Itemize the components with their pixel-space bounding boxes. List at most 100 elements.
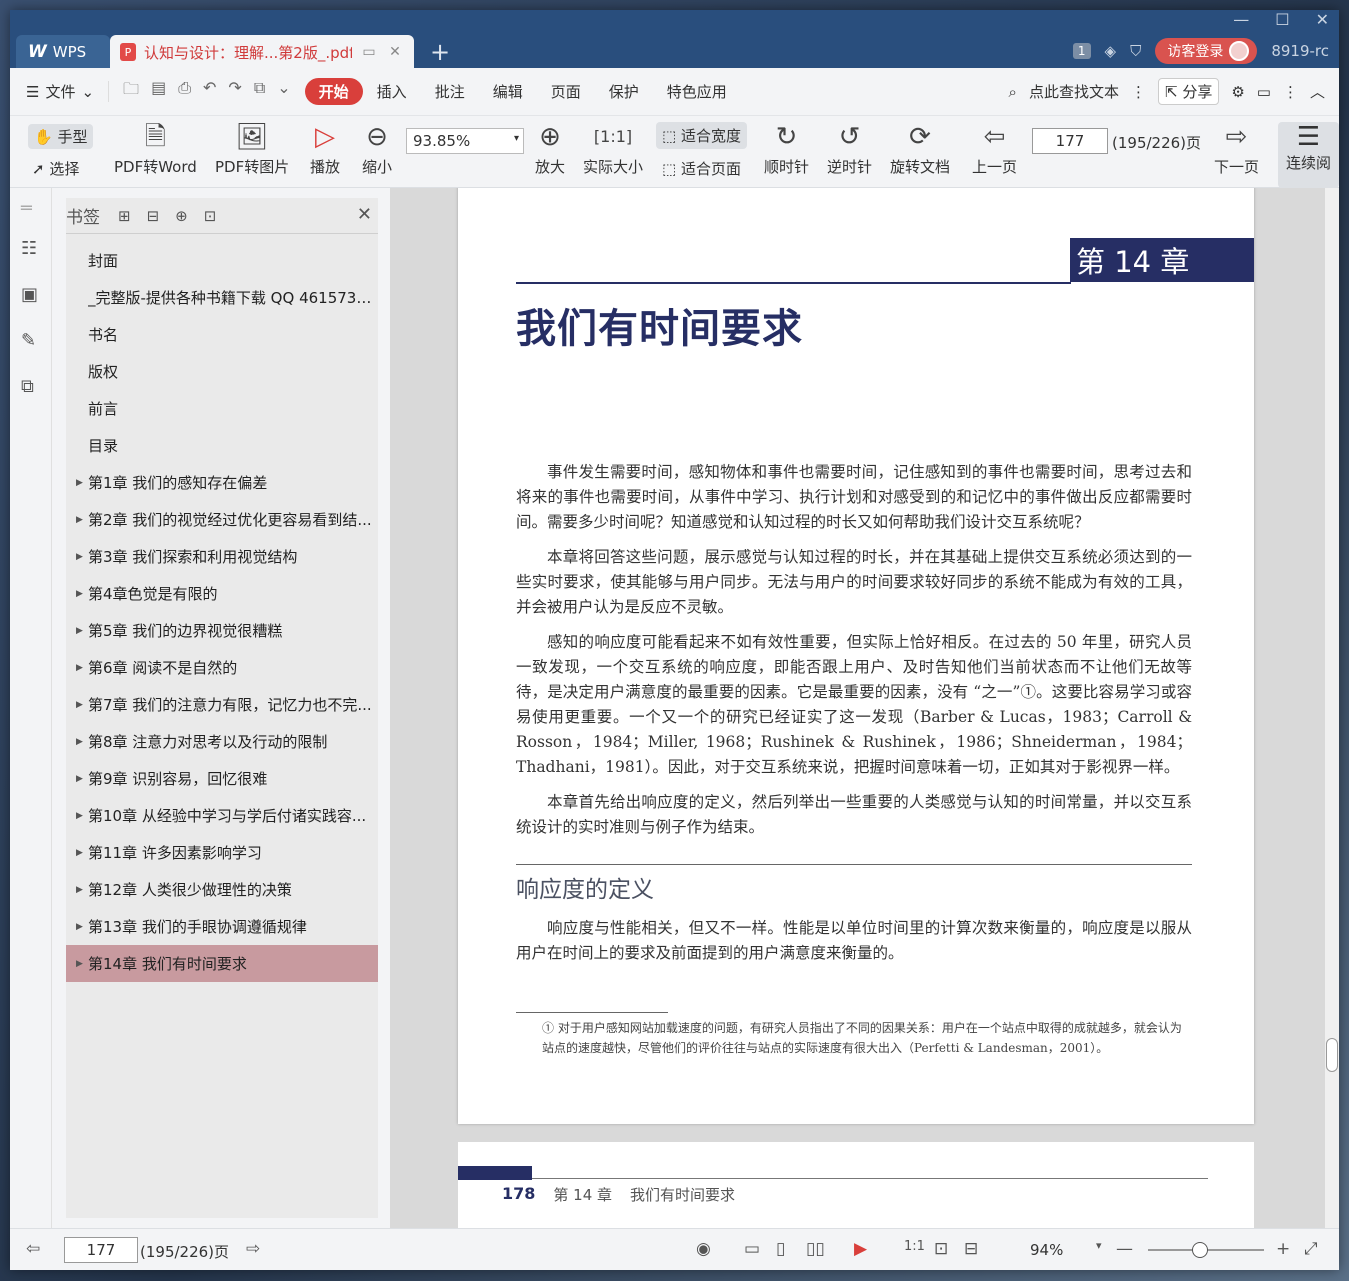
- undo-icon[interactable]: ↶: [203, 78, 216, 105]
- double-page-icon[interactable]: ▯▯: [806, 1239, 825, 1259]
- new-tab-button[interactable]: +: [430, 38, 450, 66]
- pdf-to-word-button[interactable]: 🗎 PDF转Word: [114, 122, 197, 177]
- attachment-icon[interactable]: ⧉: [21, 376, 34, 397]
- zoom-out-button[interactable]: ⊖ 缩小: [362, 122, 392, 177]
- pdf-to-image-button[interactable]: 🖼 PDF转图片: [215, 122, 289, 177]
- more-chevron-icon[interactable]: ⌄: [277, 78, 290, 105]
- bookmark-item[interactable]: ▶ 第3章 我们探索和利用视觉结构: [66, 538, 378, 575]
- expand-arrow-icon[interactable]: ▶: [76, 663, 83, 673]
- zoom-select[interactable]: 93.85% ▾: [406, 128, 524, 154]
- fit-page-status-icon[interactable]: ⊡: [934, 1239, 948, 1259]
- fit-width-status-icon[interactable]: ⊟: [964, 1239, 978, 1259]
- save-icon[interactable]: ▤: [151, 78, 166, 105]
- export-image-icon[interactable]: ⧉: [254, 78, 265, 105]
- tab-page[interactable]: 页面: [537, 78, 595, 105]
- expand-arrow-icon[interactable]: ▶: [76, 626, 83, 636]
- zoom-out-status-icon[interactable]: —: [1116, 1239, 1133, 1259]
- bookmark-item[interactable]: 书名: [66, 316, 378, 353]
- expand-arrow-icon[interactable]: ▶: [76, 737, 83, 747]
- search-icon[interactable]: ⌕: [1009, 83, 1017, 101]
- fit-page-button[interactable]: ⬚ 适合页面: [662, 158, 741, 179]
- tab-insert[interactable]: 插入: [363, 78, 421, 105]
- zoom-in-status-icon[interactable]: +: [1276, 1239, 1290, 1259]
- bookmark-item[interactable]: ▶ 第1章 我们的感知存在偏差: [66, 464, 378, 501]
- previous-page-button[interactable]: ⇦ 上一页: [972, 122, 1017, 177]
- play-button[interactable]: ▷ 播放: [310, 122, 340, 177]
- document-tab[interactable]: P 认知与设计：理解...第2版_.pdf ▭ ✕: [110, 35, 414, 69]
- bookmark-item[interactable]: ▶ 第9章 识别容易，回忆很难: [66, 760, 378, 797]
- expand-arrow-icon[interactable]: ▶: [76, 700, 83, 710]
- document-viewport[interactable]: 第 14 章 我们有时间要求 事件发生需要时间，感知物体和事件也需要时间，记住感…: [390, 188, 1325, 1228]
- prev-page-icon[interactable]: ⇦: [26, 1239, 40, 1259]
- actual-size-button[interactable]: [1:1] 实际大小: [583, 122, 643, 177]
- expand-arrow-icon[interactable]: ▶: [76, 885, 83, 895]
- fit-width-button[interactable]: ⬚ 适合宽度: [656, 122, 747, 149]
- monitor-icon[interactable]: ▭: [360, 44, 378, 60]
- vertical-scrollbar[interactable]: [1325, 188, 1339, 1228]
- tab-edit[interactable]: 编辑: [479, 78, 537, 105]
- bookmark-list-icon[interactable]: ☷: [21, 238, 37, 259]
- tab-start[interactable]: 开始: [304, 78, 363, 105]
- share-button[interactable]: ⇱ 分享: [1157, 78, 1220, 105]
- expand-arrow-icon[interactable]: ▶: [76, 774, 83, 784]
- close-panel-icon[interactable]: ✕: [357, 204, 372, 225]
- more-icon[interactable]: ⋮: [1283, 83, 1298, 101]
- expand-arrow-icon[interactable]: ▶: [76, 478, 83, 488]
- zoom-slider-handle[interactable]: [1192, 1242, 1208, 1258]
- guest-login-button[interactable]: 访客登录: [1155, 38, 1258, 64]
- bookmark-item[interactable]: ▶ 第13章 我们的手眼协调遵循规律: [66, 908, 378, 945]
- find-text-button[interactable]: 点此查找文本: [1029, 81, 1119, 102]
- redo-icon[interactable]: ↷: [228, 78, 241, 105]
- shirt-icon[interactable]: ⛉: [1130, 42, 1141, 60]
- bookmark-item[interactable]: 封面: [66, 242, 378, 279]
- continuous-read-button[interactable]: ☰ 连续阅: [1278, 122, 1339, 188]
- page-number-input[interactable]: 177: [1032, 128, 1108, 154]
- collapse-all-icon[interactable]: ⊟: [147, 207, 160, 225]
- expand-arrow-icon[interactable]: ▶: [76, 959, 83, 969]
- bookmark-item[interactable]: 目录: [66, 427, 378, 464]
- more-vertical-icon[interactable]: ⋮: [1131, 83, 1146, 101]
- bookmark-settings-icon[interactable]: ⊡: [204, 207, 217, 225]
- bookmark-item[interactable]: ▶ 第14章 我们有时间要求: [66, 945, 378, 982]
- expand-arrow-icon[interactable]: ▶: [76, 552, 83, 562]
- bookmark-item[interactable]: ▶ 第8章 注意力对思考以及行动的限制: [66, 723, 378, 760]
- play-slideshow-icon[interactable]: ▶: [854, 1239, 867, 1259]
- status-page-input[interactable]: 177: [64, 1237, 138, 1263]
- hand-tool-button[interactable]: ✋ 手型: [28, 124, 94, 149]
- thumbnail-icon[interactable]: ▣: [21, 284, 38, 305]
- expand-arrow-icon[interactable]: ▶: [76, 589, 83, 599]
- next-page-button[interactable]: ⇨ 下一页: [1214, 122, 1259, 177]
- expand-arrow-icon[interactable]: ▶: [76, 922, 83, 932]
- close-window-icon[interactable]: ✕: [1316, 10, 1329, 29]
- gear-icon[interactable]: ⚙: [1231, 83, 1244, 101]
- file-menu[interactable]: ☰ 文件 ⌄: [26, 81, 110, 102]
- expand-arrow-icon[interactable]: ▶: [76, 811, 83, 821]
- collapse-ribbon-icon[interactable]: ︿: [1310, 81, 1325, 102]
- bookmark-item[interactable]: ▶ 第2章 我们的视觉经过优化更容易看到结...: [66, 501, 378, 538]
- tab-special[interactable]: 特色应用: [653, 78, 741, 105]
- bookmark-item[interactable]: ▶ 第5章 我们的边界视觉很糟糕: [66, 612, 378, 649]
- actual-size-status-icon[interactable]: 1:1: [904, 1239, 925, 1254]
- add-bookmark-icon[interactable]: ⊕: [175, 207, 188, 225]
- tab-protect[interactable]: 保护: [595, 78, 653, 105]
- expand-all-icon[interactable]: ⊞: [118, 207, 131, 225]
- bookmark-item[interactable]: ▶ 第7章 我们的注意力有限，记忆力也不完...: [66, 686, 378, 723]
- tab-annotate[interactable]: 批注: [421, 78, 479, 105]
- continuous-page-icon[interactable]: ▯: [776, 1239, 785, 1259]
- skin-icon[interactable]: ◈: [1105, 42, 1117, 60]
- minimize-icon[interactable]: —: [1233, 10, 1249, 29]
- expand-arrow-icon[interactable]: ▶: [76, 848, 83, 858]
- print-icon[interactable]: ⎙: [178, 78, 191, 105]
- open-folder-icon[interactable]: 🗀: [123, 78, 139, 105]
- expand-arrow-icon[interactable]: ▶: [76, 515, 83, 525]
- comment-icon[interactable]: ▭: [1257, 83, 1271, 101]
- annotation-icon[interactable]: ✎: [21, 330, 36, 351]
- bookmark-item[interactable]: ▶ 第10章 从经验中学习与学后付诸实践容...: [66, 797, 378, 834]
- bookmark-item[interactable]: ▶ 第12章 人类很少做理性的决策: [66, 871, 378, 908]
- scrollbar-thumb[interactable]: [1326, 1038, 1338, 1072]
- next-page-icon[interactable]: ⇨: [246, 1239, 260, 1259]
- bookmark-item[interactable]: ▶ 第11章 许多因素影响学习: [66, 834, 378, 871]
- rotate-clockwise-button[interactable]: ↻ 顺时针: [764, 122, 809, 177]
- rotate-document-button[interactable]: ⟳ 旋转文档: [890, 122, 950, 177]
- window-count-badge[interactable]: 1: [1072, 43, 1091, 59]
